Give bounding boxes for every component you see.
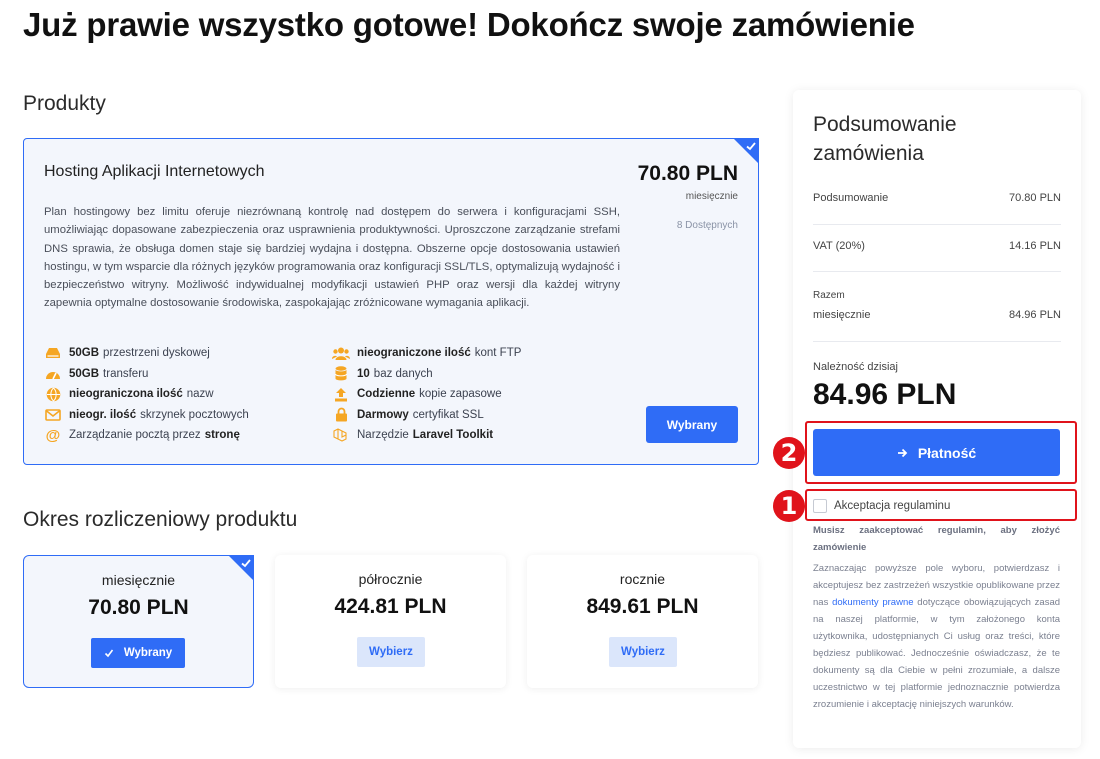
- products-section-title: Produkty: [23, 92, 106, 115]
- legal-documents-link[interactable]: dokumenty prawne: [832, 597, 913, 608]
- product-price: 70.80 PLN: [637, 162, 738, 185]
- step-badge-2: 2: [773, 437, 805, 469]
- feature-item: @ Zarządzanie pocztą przez stronę: [45, 426, 240, 444]
- feature-item: 50GB transferu: [44, 364, 249, 385]
- product-name: Hosting Aplikacji Internetowych: [44, 163, 265, 180]
- billing-option-label: półrocznie: [358, 571, 423, 587]
- billing-option-annual[interactable]: rocznie 849.61 PLN Wybierz: [527, 555, 758, 688]
- terms-text: Zaznaczając powyższe pole wyboru, potwie…: [813, 563, 1061, 710]
- billing-option-label: rocznie: [619, 571, 666, 587]
- billing-select-button[interactable]: Wybierz: [609, 637, 677, 667]
- disk-icon: [44, 345, 62, 361]
- summary-title: Podsumowanie zamówienia: [813, 113, 957, 165]
- feature-item: 10 baz danych: [332, 364, 521, 385]
- terms-warning: Musisz zaakceptować regulamin, aby złoży…: [813, 525, 1060, 553]
- lock-icon: [332, 407, 350, 423]
- selected-corner-check-icon: [733, 138, 759, 164]
- due-today-label: Należność dzisiaj: [813, 361, 898, 373]
- product-description: Plan hostingowy bez limitu oferuje niezr…: [44, 206, 620, 310]
- database-icon: [332, 366, 350, 382]
- globe-icon: [44, 386, 62, 402]
- billing-option-price: 424.81 PLN: [334, 595, 447, 618]
- features-column-left: 50GB przestrzeni dyskowej 50GB transferu n…: [44, 343, 249, 446]
- highlight-payment-button: [805, 421, 1077, 484]
- feature-item: Codzienne kopie zapasowe: [332, 384, 521, 405]
- product-card[interactable]: Hosting Aplikacji Internetowych 70.80 PL…: [23, 138, 759, 465]
- speedometer-icon: [44, 366, 62, 382]
- billing-option-semiannual[interactable]: półrocznie 424.81 PLN Wybierz: [275, 555, 506, 688]
- feature-item: nieograniczone ilość kont FTP: [332, 343, 521, 364]
- feature-item: Darmowy certyfikat SSL: [332, 405, 521, 426]
- upload-icon: [332, 386, 350, 402]
- at-icon: @: [45, 426, 61, 444]
- order-summary: Podsumowanie zamówienia Podsumowanie 70.…: [793, 90, 1081, 748]
- feature-item: nieograniczona ilość nazw: [44, 384, 249, 405]
- product-price-period: miesięcznie: [685, 191, 738, 202]
- due-today-amount: 84.96 PLN: [813, 378, 957, 411]
- feature-item: 50GB przestrzeni dyskowej: [44, 343, 249, 364]
- billing-option-price: 70.80 PLN: [88, 596, 189, 619]
- features-column-right: nieograniczone ilość kont FTP 10 baz danyc…: [332, 343, 521, 446]
- summary-vat-row: VAT (20%) 14.16 PLN: [813, 240, 1061, 252]
- billing-selected-button[interactable]: Wybrany: [91, 638, 185, 668]
- users-icon: [332, 345, 350, 361]
- billing-option-label: miesięcznie: [101, 572, 176, 588]
- billing-option-monthly[interactable]: miesięcznie 70.80 PLN Wybrany: [23, 555, 254, 688]
- envelope-icon: [44, 407, 62, 423]
- divider: [813, 224, 1061, 225]
- laravel-icon: [332, 427, 350, 443]
- page-title: Już prawie wszystko gotowe! Dokończ swoj…: [23, 6, 915, 43]
- highlight-terms-checkbox: [805, 489, 1077, 521]
- summary-subtotal-row: Podsumowanie 70.80 PLN: [813, 192, 1061, 204]
- product-selected-button[interactable]: Wybrany: [646, 406, 738, 443]
- feature-item: Narzędzie Laravel Toolkit: [332, 425, 521, 446]
- product-stock: 8 Dostępnych: [676, 220, 738, 231]
- summary-total-row: miesięcznie 84.96 PLN: [813, 309, 1061, 321]
- billing-option-price: 849.61 PLN: [586, 595, 699, 618]
- billing-select-button[interactable]: Wybierz: [357, 637, 425, 667]
- billing-section-title: Okres rozliczeniowy produktu: [23, 508, 298, 531]
- feature-item: nieogr. ilość skrzynek pocztowych: [44, 405, 249, 426]
- step-badge-1: 1: [773, 490, 805, 522]
- check-icon: [104, 648, 114, 658]
- divider: [813, 271, 1061, 272]
- divider: [813, 341, 1061, 342]
- summary-total-label: Razem: [813, 290, 845, 301]
